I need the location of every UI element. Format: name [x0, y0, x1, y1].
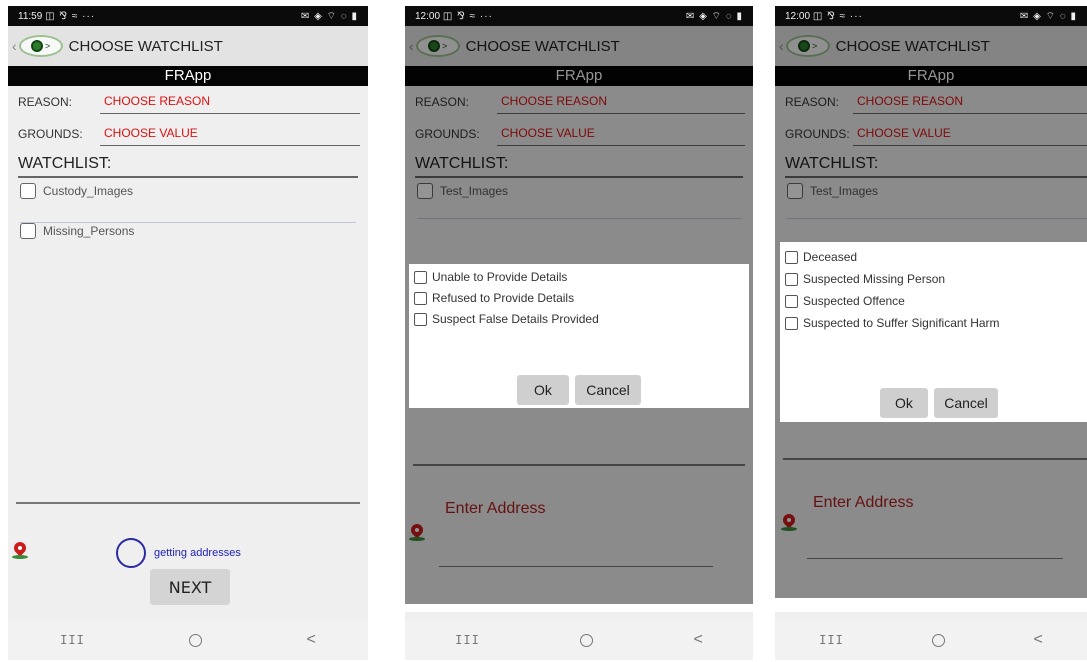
recents-icon[interactable]: III — [819, 633, 844, 647]
dialog-option-label: Deceased — [803, 250, 858, 264]
checkbox-suspected-missing-person[interactable] — [785, 272, 798, 286]
eye-logo-icon: > — [18, 35, 63, 57]
checkbox-deceased[interactable] — [785, 250, 798, 264]
loading-spinner-icon — [116, 538, 146, 568]
divider — [775, 598, 1087, 612]
app-name-bar: FRApp — [8, 66, 368, 86]
reason-row[interactable]: REASON: CHOOSE REASON — [8, 86, 368, 114]
status-indicator-icons: ✉ ◈ ⌔ ◌ ▮ — [685, 10, 743, 22]
dialog-option-label: Suspected to Suffer Significant Harm — [803, 316, 1000, 330]
status-bar: 11:59 ◫ ⅋ ≈ ··· ✉ ◈ ⌔ ◌ ▮ — [8, 6, 368, 26]
reason-dialog: Unable to Provide Details Refused to Pro… — [409, 264, 749, 408]
dialog-option[interactable]: Suspected to Suffer Significant Harm — [785, 313, 1000, 333]
screen-choose-watchlist: 11:59 ◫ ⅋ ≈ ··· ✉ ◈ ⌔ ◌ ▮ ‹ > CHOOSE WAT… — [8, 6, 368, 660]
watchlist-item-label: Custody_Images — [43, 184, 134, 198]
dialog-option-label: Suspected Offence — [803, 294, 905, 308]
watchlist-heading: WATCHLIST: — [18, 150, 358, 178]
back-icon[interactable]: < — [1033, 631, 1042, 649]
address-status-text: getting addresses — [154, 547, 241, 559]
dialog-option-label: Refused to Provide Details — [432, 291, 575, 305]
checkbox-missing-persons[interactable] — [20, 223, 36, 239]
checkbox-refused-to-provide[interactable] — [414, 291, 427, 305]
checkbox-unable-to-provide[interactable] — [414, 270, 427, 284]
watchlist-item[interactable]: Missing_Persons — [20, 218, 356, 244]
dialog-option[interactable]: Unable to Provide Details — [414, 267, 567, 287]
grounds-label: GROUNDS: — [18, 127, 83, 141]
watchlist-item-label: Missing_Persons — [43, 224, 135, 238]
title-bar: ‹ > CHOOSE WATCHLIST — [8, 26, 368, 66]
next-button[interactable]: NEXT — [150, 569, 230, 605]
back-chevron-icon[interactable]: ‹ — [12, 38, 17, 54]
dialog-option[interactable]: Suspected Missing Person — [785, 269, 945, 289]
system-nav-bar: III < — [8, 620, 368, 660]
location-pin-icon[interactable] — [11, 539, 29, 560]
screen-grounds-dialog: 12:00 ◫ ⅋ ≈ ··· ✉ ◈ ⌔ ◌ ▮ ‹ > CHOOSE WAT… — [775, 6, 1087, 660]
watchlist-item[interactable]: Custody_Images — [20, 178, 356, 204]
checkbox-suspected-offence[interactable] — [785, 294, 798, 308]
status-indicator-icons: ✉ ◈ ⌔ ◌ ▮ — [300, 10, 358, 22]
grounds-select[interactable]: CHOOSE VALUE — [100, 126, 360, 146]
back-icon[interactable]: < — [306, 631, 315, 649]
status-time-left-icons: 12:00 ◫ ⅋ ≈ ··· — [415, 10, 493, 22]
dialog-option-label: Unable to Provide Details — [432, 270, 568, 284]
checkbox-suspect-false-details[interactable] — [414, 312, 427, 326]
status-bar: 12:00 ◫ ⅋ ≈ ··· ✉ ◈ ⌔ ◌ ▮ — [775, 6, 1087, 26]
screen-reason-dialog: 12:00 ◫ ⅋ ≈ ··· ✉ ◈ ⌔ ◌ ▮ ‹ > CHOOSE WAT… — [405, 6, 753, 660]
recents-icon[interactable]: III — [60, 633, 85, 647]
cancel-button[interactable]: Cancel — [934, 388, 998, 418]
reason-label: REASON: — [18, 95, 73, 109]
page-title: CHOOSE WATCHLIST — [68, 37, 223, 55]
status-time-left-icons: 12:00 ◫ ⅋ ≈ ··· — [785, 10, 863, 22]
checkbox-suspected-significant-harm[interactable] — [785, 316, 798, 330]
dialog-option[interactable]: Suspected Offence — [785, 291, 905, 311]
dialog-option[interactable]: Refused to Provide Details — [414, 288, 574, 308]
status-bar: 12:00 ◫ ⅋ ≈ ··· ✉ ◈ ⌔ ◌ ▮ — [405, 6, 753, 26]
checkbox-custody-images[interactable] — [20, 183, 36, 199]
grounds-row[interactable]: GROUNDS: CHOOSE VALUE — [8, 118, 368, 146]
dialog-option[interactable]: Suspect False Details Provided — [414, 309, 599, 329]
status-indicator-icons: ✉ ◈ ⌔ ◌ ▮ — [1019, 10, 1077, 22]
grounds-dialog: Deceased Suspected Missing Person Suspec… — [780, 242, 1087, 422]
ok-button[interactable]: Ok — [880, 388, 928, 418]
home-icon[interactable] — [932, 633, 946, 647]
dialog-option[interactable]: Deceased — [785, 247, 857, 267]
dialog-option-label: Suspect False Details Provided — [432, 312, 599, 326]
system-nav-bar: III < — [775, 620, 1087, 660]
system-nav-bar: III < — [405, 620, 753, 660]
home-icon[interactable] — [189, 633, 203, 647]
status-time-left-icons: 11:59 ◫ ⅋ ≈ ··· — [18, 10, 96, 22]
dialog-option-label: Suspected Missing Person — [803, 272, 946, 286]
divider — [405, 604, 753, 612]
reason-select[interactable]: CHOOSE REASON — [100, 94, 360, 114]
home-icon[interactable] — [580, 633, 594, 647]
divider — [16, 502, 360, 504]
ok-button[interactable]: Ok — [517, 375, 569, 405]
back-icon[interactable]: < — [693, 631, 702, 649]
recents-icon[interactable]: III — [455, 633, 480, 647]
cancel-button[interactable]: Cancel — [575, 375, 641, 405]
